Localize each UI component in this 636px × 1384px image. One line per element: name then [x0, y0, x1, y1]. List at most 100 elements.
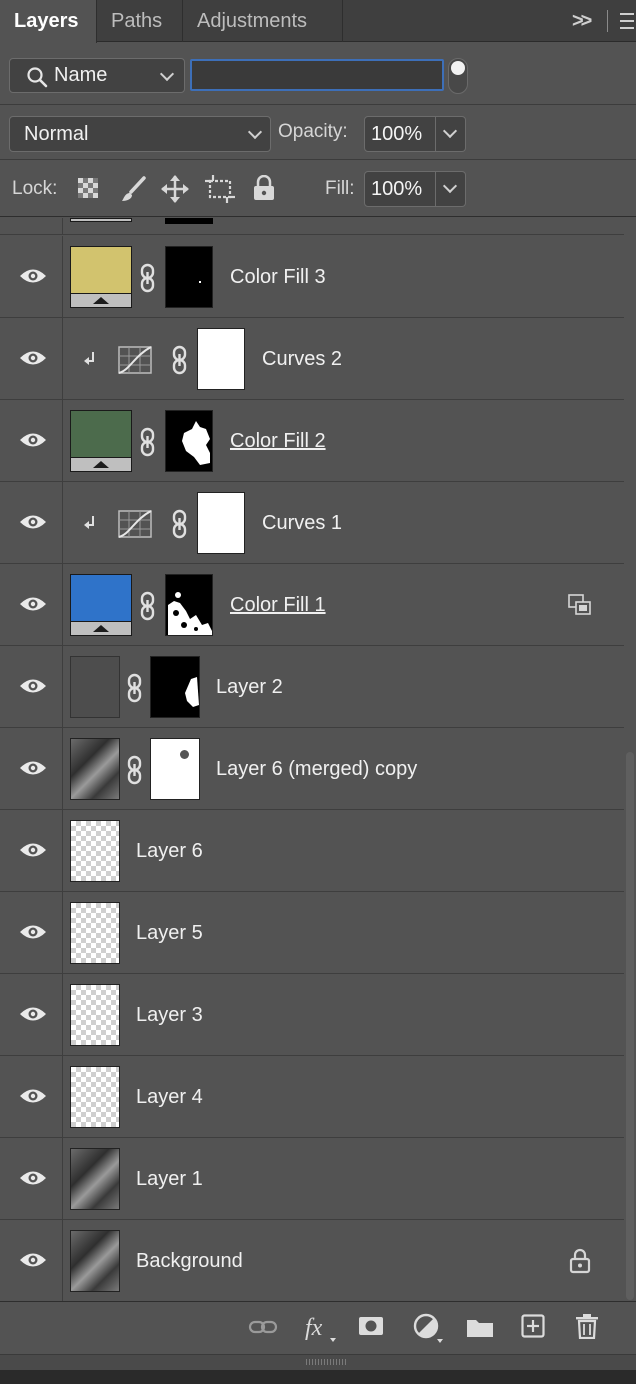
- visibility-toggle[interactable]: [0, 1138, 63, 1220]
- layer-mask-thumbnail[interactable]: [150, 656, 200, 718]
- transparent-thumbnail[interactable]: [70, 984, 120, 1046]
- lock-transparent-pixels-icon[interactable]: [77, 177, 99, 204]
- eye-icon[interactable]: [19, 1251, 47, 1274]
- layer-row[interactable]: Layer 6: [0, 810, 624, 892]
- layer-mask-thumbnail[interactable]: [165, 410, 213, 472]
- eye-icon[interactable]: [19, 267, 47, 290]
- layer-row[interactable]: Layer 2: [0, 646, 624, 728]
- eye-icon[interactable]: [19, 595, 47, 618]
- visibility-toggle[interactable]: [0, 728, 63, 810]
- resize-grip-icon[interactable]: [306, 1359, 346, 1365]
- eye-icon[interactable]: [19, 349, 47, 372]
- eye-icon[interactable]: [19, 1087, 47, 1110]
- link-icon[interactable]: [126, 673, 144, 708]
- eye-icon[interactable]: [19, 513, 47, 536]
- layer-mask-thumbnail[interactable]: [165, 574, 213, 636]
- layer-row[interactable]: Layer 5: [0, 892, 624, 974]
- fill-input[interactable]: 100%: [364, 171, 436, 207]
- visibility-toggle[interactable]: [0, 892, 63, 974]
- layer-row[interactable]: Layer 1: [0, 1138, 624, 1220]
- eye-icon[interactable]: [19, 677, 47, 700]
- transparent-thumbnail[interactable]: [70, 820, 120, 882]
- layer-name[interactable]: Color Fill 1: [230, 564, 326, 646]
- transparent-thumbnail[interactable]: [70, 1066, 120, 1128]
- visibility-toggle[interactable]: [0, 1056, 63, 1138]
- scrollbar[interactable]: [626, 752, 634, 1300]
- visibility-toggle[interactable]: [0, 400, 63, 482]
- lock-image-pixels-icon[interactable]: [119, 175, 147, 208]
- visibility-toggle[interactable]: [0, 564, 63, 646]
- tab-layers[interactable]: Layers: [0, 0, 97, 43]
- new-layer-icon[interactable]: [521, 1314, 545, 1343]
- new-group-folder-icon[interactable]: [466, 1316, 494, 1343]
- photo-thumbnail[interactable]: [70, 1230, 120, 1292]
- link-layers-icon[interactable]: [248, 1316, 278, 1343]
- curves-adjustment-icon[interactable]: [118, 510, 152, 543]
- layer-name[interactable]: Color Fill 2: [230, 400, 326, 482]
- layer-mask-thumbnail[interactable]: [197, 492, 245, 554]
- layer-mask-thumbnail[interactable]: [150, 738, 200, 800]
- link-icon[interactable]: [171, 345, 189, 380]
- fill-color-thumbnail[interactable]: [70, 246, 132, 308]
- opacity-input[interactable]: 100%: [364, 116, 436, 152]
- layer-name[interactable]: Layer 5: [136, 892, 203, 974]
- fill-color-thumbnail[interactable]: [70, 410, 132, 472]
- panel-menu-icon[interactable]: [620, 12, 634, 35]
- layer-row[interactable]: Curves 2: [0, 318, 624, 400]
- layer-name[interactable]: Curves 2: [262, 318, 342, 400]
- photo-thumbnail[interactable]: [70, 738, 120, 800]
- filter-kind-select[interactable]: Name: [9, 58, 185, 93]
- layer-thumbnail[interactable]: [70, 656, 120, 718]
- delete-layer-trash-icon[interactable]: [575, 1313, 599, 1344]
- layer-row[interactable]: Color Fill 1: [0, 564, 624, 646]
- visibility-toggle[interactable]: [0, 482, 63, 564]
- eye-icon[interactable]: [19, 923, 47, 946]
- new-fill-adjustment-icon[interactable]: [413, 1313, 445, 1348]
- eye-icon[interactable]: [19, 1005, 47, 1028]
- visibility-toggle[interactable]: [0, 1220, 63, 1301]
- visibility-toggle[interactable]: [0, 810, 63, 892]
- visibility-toggle[interactable]: [0, 974, 63, 1056]
- layer-name[interactable]: Layer 6 (merged) copy: [216, 728, 417, 810]
- transparent-thumbnail[interactable]: [70, 902, 120, 964]
- panel-resize-bar[interactable]: [0, 1354, 636, 1370]
- layer-name[interactable]: Layer 2: [216, 646, 283, 728]
- link-icon[interactable]: [139, 591, 157, 626]
- eye-icon[interactable]: [19, 841, 47, 864]
- layer-name[interactable]: Background: [136, 1220, 243, 1301]
- tab-paths[interactable]: Paths: [97, 0, 183, 42]
- fill-color-thumbnail[interactable]: [70, 574, 132, 636]
- layer-row[interactable]: Curves 1: [0, 482, 624, 564]
- link-icon[interactable]: [139, 427, 157, 462]
- layer-mask-thumbnail[interactable]: [197, 328, 245, 390]
- layer-name[interactable]: Color Fill 3: [230, 236, 326, 318]
- layers-list[interactable]: Color Fill 3 Curves 2 Color Fill 2 Curve…: [0, 218, 636, 1301]
- layer-row[interactable]: Color Fill 2: [0, 400, 624, 482]
- add-layer-mask-icon[interactable]: [358, 1315, 384, 1342]
- eye-icon[interactable]: [19, 1169, 47, 1192]
- layer-search-input[interactable]: [190, 59, 444, 91]
- curves-adjustment-icon[interactable]: [118, 346, 152, 379]
- tab-adjustments[interactable]: Adjustments: [183, 0, 343, 42]
- lock-artboard-icon[interactable]: [205, 175, 235, 208]
- layer-row[interactable]: Layer 3: [0, 974, 624, 1056]
- lock-all-icon[interactable]: [253, 174, 275, 206]
- visibility-toggle[interactable]: [0, 646, 63, 728]
- opacity-dropdown[interactable]: [436, 116, 466, 152]
- lock-position-icon[interactable]: [160, 174, 190, 209]
- layer-row[interactable]: Background: [0, 1220, 624, 1301]
- link-icon[interactable]: [139, 263, 157, 298]
- photo-thumbnail[interactable]: [70, 1148, 120, 1210]
- visibility-toggle[interactable]: [0, 236, 63, 318]
- layer-name[interactable]: Layer 3: [136, 974, 203, 1056]
- eye-icon[interactable]: [19, 759, 47, 782]
- layer-row[interactable]: Layer 4: [0, 1056, 624, 1138]
- layer-name[interactable]: Layer 1: [136, 1138, 203, 1220]
- layer-name[interactable]: Layer 4: [136, 1056, 203, 1138]
- layer-row[interactable]: Layer 6 (merged) copy: [0, 728, 624, 810]
- fill-dropdown[interactable]: [436, 171, 466, 207]
- link-icon[interactable]: [171, 509, 189, 544]
- eye-icon[interactable]: [19, 431, 47, 454]
- filter-toggle[interactable]: [448, 58, 468, 94]
- expand-panel-icon[interactable]: >>: [572, 0, 592, 42]
